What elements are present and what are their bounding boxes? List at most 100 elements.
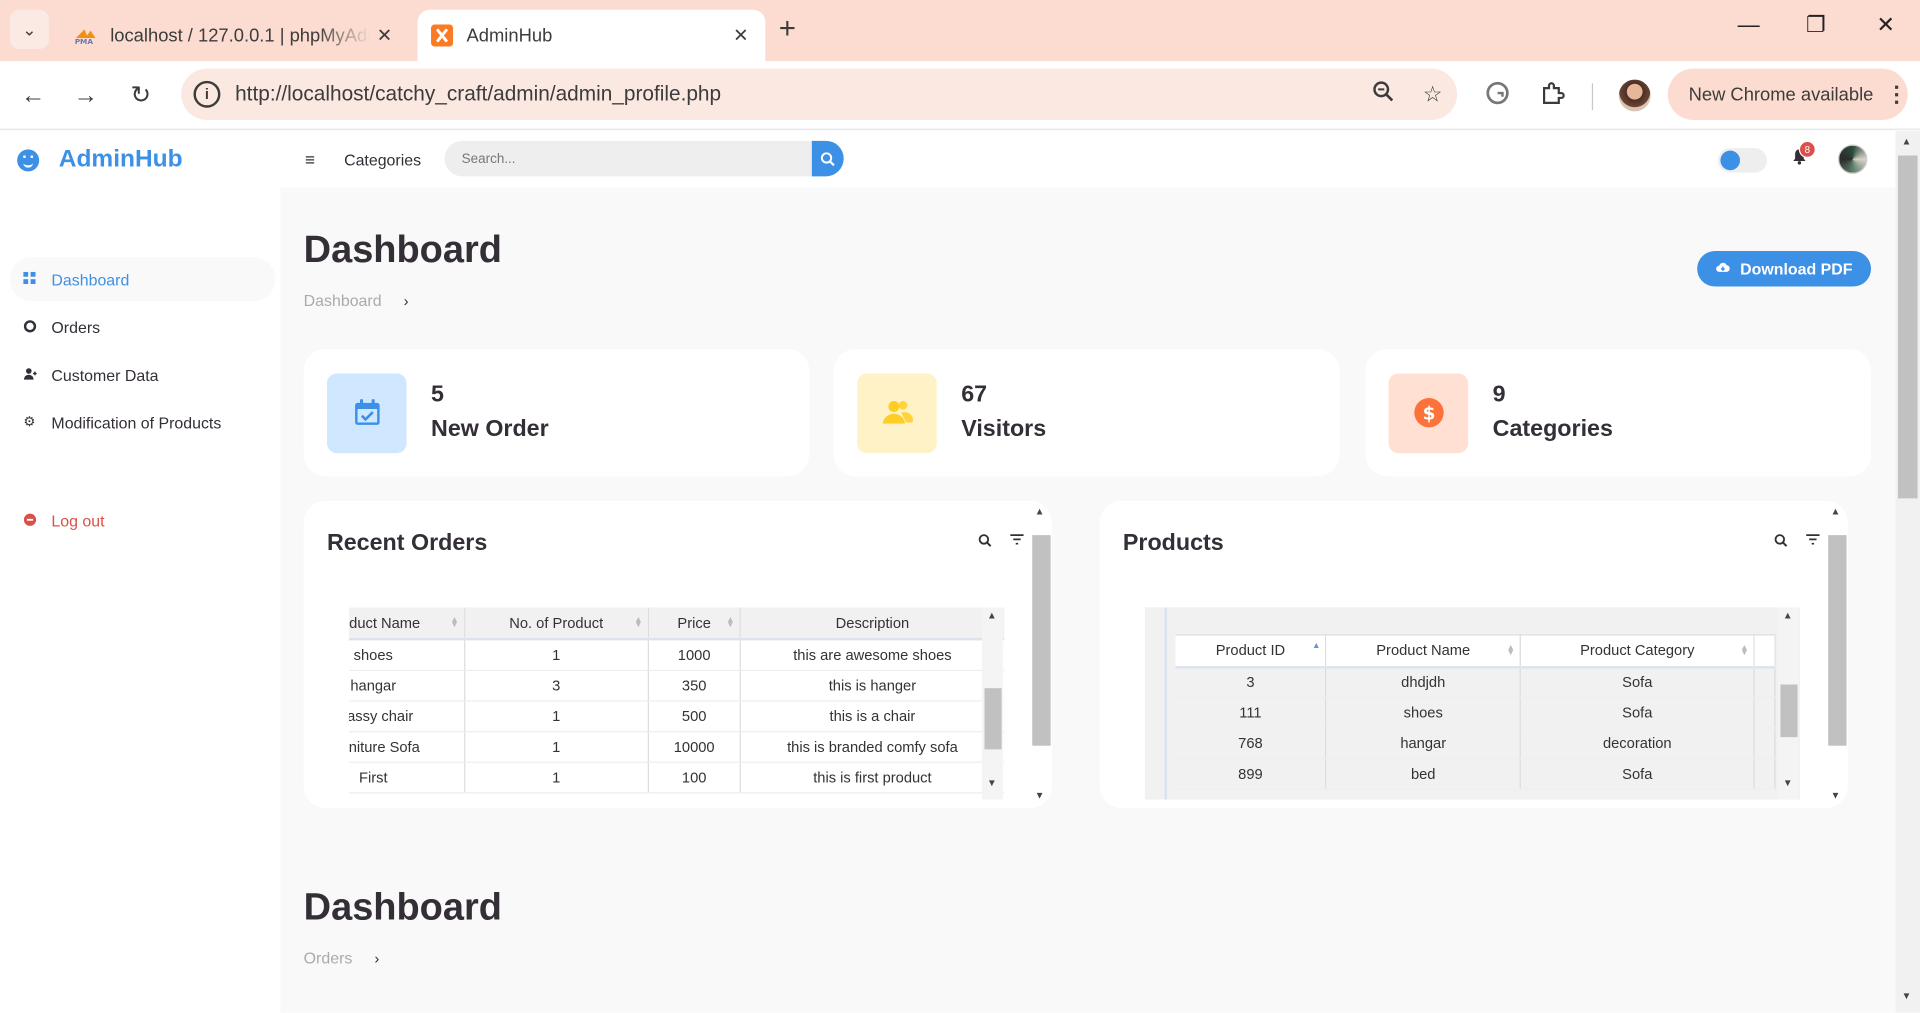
browser-toolbar: ← → ↻ i http://localhost/catchy_craft/ad…: [0, 61, 1920, 130]
stat-value: 67: [961, 382, 988, 408]
browser-tab-adminhub[interactable]: AdminHub ✕: [417, 9, 766, 62]
column-header[interactable]: Description: [740, 607, 1005, 641]
products-table-container[interactable]: Product ID ▲ Product Name ▲ ▼ Product Categ…: [1144, 607, 1801, 800]
table-vertical-scrollbar[interactable]: ▲ ▼: [982, 607, 1003, 800]
table-row[interactable]: 899 bed Sofa: [1175, 758, 1776, 790]
recent-orders-table-container[interactable]: Product Name▲▼ No. of Product▲▼ Price▲▼ …: [348, 607, 1005, 800]
sidebar-item-modification-of-products[interactable]: ⚙ Modification of Products: [10, 400, 281, 444]
profile-avatar[interactable]: [1837, 144, 1868, 174]
table-row[interactable]: shoes 1 1000 this are awesome shoes: [348, 639, 1005, 671]
table-cell: this is branded comfy sofa: [740, 731, 1005, 763]
site-info-icon[interactable]: i: [193, 80, 221, 108]
table-row[interactable]: 3 dhdjdh Sofa: [1175, 666, 1776, 698]
more-menu-icon[interactable]: ⋮: [1886, 81, 1908, 107]
minimize-icon[interactable]: —: [1731, 12, 1765, 38]
url-text[interactable]: http://localhost/catchy_craft/admin/admi…: [235, 82, 1359, 106]
table-row[interactable]: First 1 100 this is first product: [348, 761, 1005, 793]
column-header[interactable]: No. of Product ▲ ▼: [464, 607, 649, 641]
forward-icon[interactable]: →: [69, 78, 103, 112]
scroll-up-arrow[interactable]: ▲: [1831, 506, 1841, 517]
scroll-up-arrow[interactable]: ▲: [987, 610, 997, 621]
download-pdf-button[interactable]: Download PDF: [1697, 251, 1872, 287]
close-tab-icon[interactable]: ✕: [726, 24, 755, 47]
table-row[interactable]: Classy chair1500this is a chair: [348, 700, 1005, 732]
table-row[interactable]: 111 shoes Sofa: [1175, 697, 1776, 729]
grammarly-icon[interactable]: [1482, 81, 1514, 112]
tab-search-button[interactable]: ⌄: [9, 9, 49, 49]
new-chrome-available-button[interactable]: New Chrome available ⋮: [1667, 68, 1908, 121]
scroll-down-arrow[interactable]: ▼: [1902, 991, 1912, 1002]
categories-link[interactable]: Categories: [344, 151, 421, 169]
dark-mode-switch[interactable]: [1717, 148, 1767, 173]
notification-button[interactable]: 8: [1791, 140, 1816, 169]
breadcrumb-item[interactable]: Orders: [304, 949, 353, 967]
sidebar-item-customer-data[interactable]: Customer Data: [10, 353, 281, 397]
search-icon[interactable]: [978, 534, 992, 551]
extensions-icon[interactable]: [1537, 81, 1569, 112]
scroll-thumb[interactable]: [1780, 684, 1798, 738]
tab-title: localhost / 127.0.0.1 | phpMyAdmin: [110, 25, 370, 46]
scroll-up-arrow[interactable]: ▲: [1902, 136, 1912, 147]
search-button[interactable]: [811, 140, 844, 177]
search-icon[interactable]: [1774, 534, 1788, 551]
scroll-up-arrow[interactable]: ▲: [1035, 506, 1045, 517]
panel-scrollbar[interactable]: ▲ ▼: [1826, 506, 1847, 804]
scroll-down-arrow[interactable]: ▼: [1831, 790, 1841, 801]
panel-scrollbar[interactable]: ▲ ▼: [1030, 506, 1051, 804]
scroll-thumb[interactable]: [1828, 535, 1847, 746]
column-header[interactable]: Product Name▲▼: [1325, 634, 1522, 668]
tab-title: AdminHub: [466, 25, 553, 46]
scroll-thumb[interactable]: [984, 688, 1002, 750]
table-cell: shoes: [1325, 697, 1522, 729]
column-header[interactable]: Product ID ▲: [1175, 634, 1327, 668]
panel-title: Products: [1122, 530, 1224, 556]
column-header[interactable]: Price ▲ ▼: [648, 607, 741, 641]
address-bar[interactable]: i http://localhost/catchy_craft/admin/ad…: [181, 68, 1458, 121]
logout-button[interactable]: Log out: [10, 498, 281, 542]
brand-logo[interactable]: AdminHub: [17, 146, 183, 174]
restore-icon[interactable]: ❐: [1799, 12, 1833, 38]
main-content: Dashboard Dashboard › Download PDF 5 New…: [280, 187, 1895, 1012]
scroll-down-arrow[interactable]: ▼: [1783, 778, 1793, 789]
table-row[interactable]: hangar 3 350 this is hanger: [348, 669, 1005, 702]
menu-toggle-icon[interactable]: ≡: [305, 149, 315, 169]
scroll-down-arrow[interactable]: ▼: [987, 778, 997, 789]
zoom-icon[interactable]: [1359, 80, 1408, 108]
breadcrumb: Dashboard ›: [304, 291, 409, 309]
page-scrollbar[interactable]: ▲ ▼: [1895, 131, 1920, 1013]
scroll-thumb[interactable]: [1032, 535, 1051, 746]
column-header[interactable]: Product Category ▲ ▼: [1520, 634, 1755, 668]
table-cell: 1000: [648, 639, 741, 671]
column-header[interactable]: Product Name▲▼: [348, 607, 465, 641]
sidebar-item-dashboard[interactable]: Dashboard: [9, 257, 276, 302]
new-tab-button[interactable]: +: [779, 13, 796, 45]
filter-icon[interactable]: [1806, 534, 1820, 549]
scroll-thumb[interactable]: [1897, 155, 1918, 499]
table-cell: dhdjdh: [1325, 666, 1522, 698]
bookmark-star-icon[interactable]: ☆: [1408, 81, 1457, 107]
table-row[interactable]: Furniture Sofa110000this is branded comf…: [348, 731, 1005, 763]
back-icon[interactable]: ←: [16, 78, 50, 112]
reload-icon[interactable]: ↻: [124, 78, 158, 112]
page-title: Dashboard: [303, 227, 502, 271]
section-title: Dashboard: [303, 885, 502, 929]
scroll-up-arrow[interactable]: ▲: [1783, 610, 1793, 621]
top-navbar: ≡ Categories 8: [280, 131, 1920, 188]
table-cell: 1: [464, 639, 649, 671]
breadcrumb: Orders ›: [304, 949, 380, 967]
table-vertical-scrollbar[interactable]: ▲ ▼: [1777, 607, 1799, 800]
table-cell: 3: [1175, 666, 1327, 698]
close-window-icon[interactable]: ✕: [1869, 12, 1903, 38]
table-cell: 111: [1175, 697, 1327, 729]
filter-icon[interactable]: [1010, 534, 1024, 549]
svg-text:$: $: [1422, 403, 1435, 424]
sidebar-item-orders[interactable]: Orders: [10, 305, 281, 349]
search-input[interactable]: [444, 151, 812, 166]
scroll-down-arrow[interactable]: ▼: [1035, 790, 1045, 801]
browser-tab-phpmyadmin[interactable]: PMA localhost / 127.0.0.1 | phpMyAdmin ✕: [64, 10, 409, 61]
table-row[interactable]: 768 hangar decoration: [1175, 727, 1776, 760]
breadcrumb-item[interactable]: Dashboard: [304, 291, 382, 309]
sidebar: AdminHub Dashboard Orders Customer Data …: [0, 131, 281, 1013]
profile-avatar[interactable]: [1618, 79, 1651, 112]
close-tab-icon[interactable]: ✕: [370, 24, 399, 47]
